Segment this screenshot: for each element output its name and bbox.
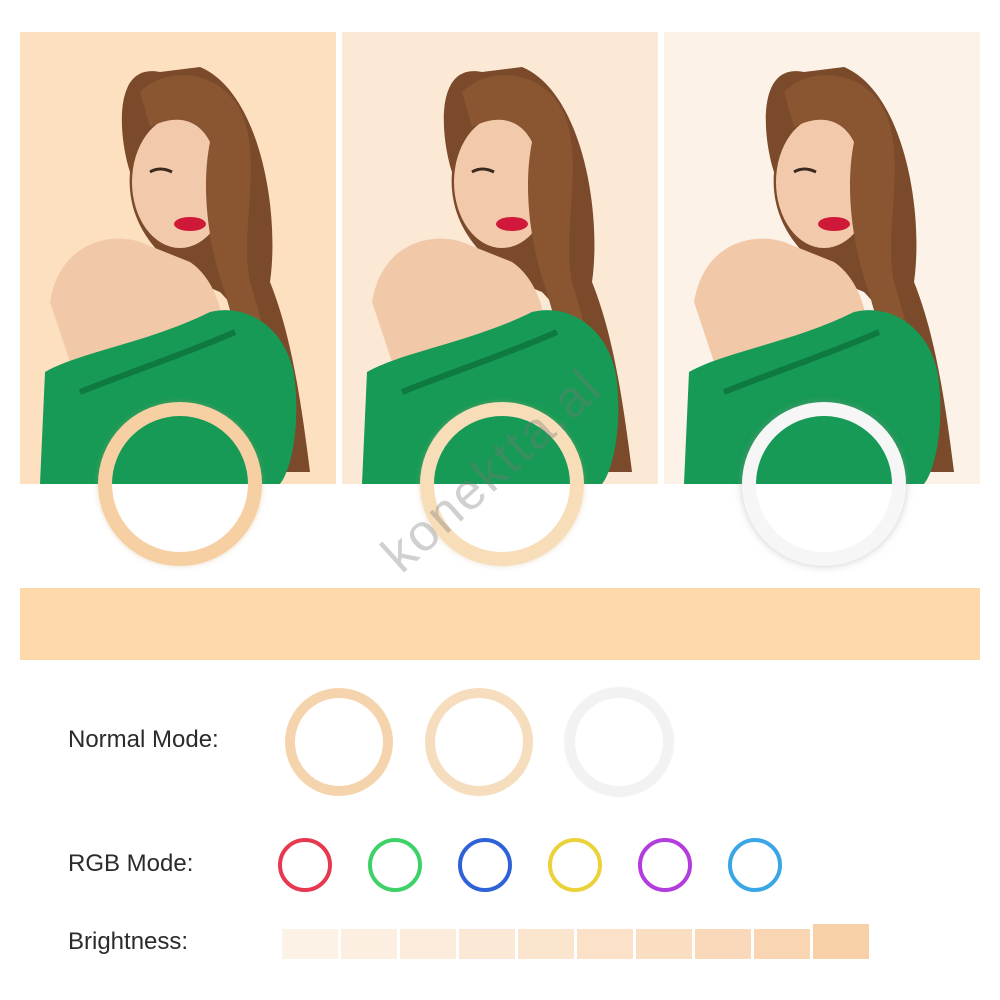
rgb-ring-blue bbox=[458, 838, 512, 892]
brightness-level-6 bbox=[577, 929, 633, 959]
brightness-level-4 bbox=[459, 929, 515, 959]
brightness-level-9 bbox=[754, 929, 810, 959]
normal-ring-neutral bbox=[425, 688, 533, 796]
brightness-level-8 bbox=[695, 929, 751, 959]
brightness-level-3 bbox=[400, 929, 456, 959]
brightness-level-10 bbox=[813, 924, 869, 959]
ring-light-warm bbox=[98, 402, 262, 566]
rgb-ring-yellow bbox=[548, 838, 602, 892]
rgb-ring-purple bbox=[638, 838, 692, 892]
normal-ring-warm bbox=[285, 688, 393, 796]
brightness-label: Brightness: bbox=[68, 928, 189, 955]
brightness-level-7 bbox=[636, 929, 692, 959]
rgb-ring-green bbox=[368, 838, 422, 892]
brightness-level-1 bbox=[282, 929, 338, 959]
rgb-ring-red bbox=[278, 838, 332, 892]
rgb-mode-label: RGB Mode: bbox=[68, 850, 194, 877]
normal-mode-label: Normal Mode: bbox=[68, 726, 219, 753]
rgb-ring-cyan bbox=[728, 838, 782, 892]
brightness-level-5 bbox=[518, 929, 574, 959]
brightness-level-2 bbox=[341, 929, 397, 959]
normal-ring-cool bbox=[565, 688, 673, 796]
peach-band bbox=[20, 588, 980, 660]
ring-light-cool bbox=[742, 402, 906, 566]
